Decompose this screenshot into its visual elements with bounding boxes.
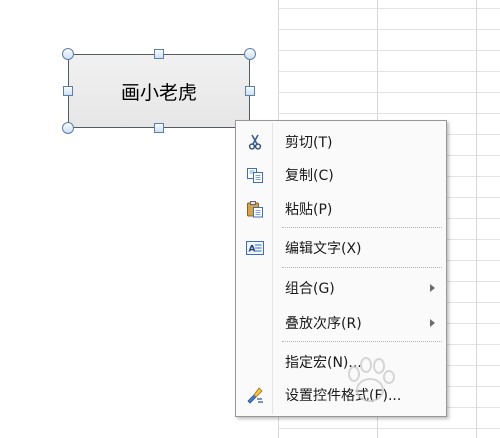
svg-text:A: A [249,245,256,255]
resize-handle-bottom-left[interactable] [62,122,74,134]
scissors-icon [238,127,272,157]
resize-handle-bottom[interactable] [154,123,164,133]
resize-handle-top-right[interactable] [244,48,256,60]
copy-icon [238,160,272,190]
paste-icon [238,194,272,224]
menu-item-paste[interactable]: 粘贴(P) [238,194,444,224]
menu-item-label: 复制(C) [285,168,334,184]
resize-handle-top-left[interactable] [62,48,74,60]
menu-item-cut[interactable]: 剪切(T) [238,127,444,157]
format-control-icon [238,380,272,410]
menu-separator [282,267,442,268]
menu-item-label: 剪切(T) [285,135,333,151]
menu-separator [282,341,442,342]
resize-handle-right[interactable] [245,86,255,96]
menu-item-label: 粘贴(P) [285,202,333,218]
submenu-arrow-icon [430,319,435,327]
menu-item-group[interactable]: 组合(G) [238,273,444,303]
resize-handle-left[interactable] [63,86,73,96]
edit-text-icon: A [238,233,272,263]
paw-watermark-icon [330,352,480,412]
menu-item-label: 组合(G) [285,281,335,297]
menu-item-label: 叠放次序(R) [285,316,362,332]
submenu-arrow-icon [430,284,435,292]
resize-handle-top[interactable] [154,49,164,59]
menu-item-order[interactable]: 叠放次序(R) [238,308,444,338]
form-button-shape[interactable]: 画小老虎 [68,54,250,128]
menu-item-edit-text[interactable]: A 编辑文字(X) [238,233,444,263]
menu-item-label: 编辑文字(X) [285,241,362,257]
form-button-label: 画小老虎 [120,81,197,104]
menu-item-copy[interactable]: 复制(C) [238,160,444,190]
menu-separator [282,227,442,228]
